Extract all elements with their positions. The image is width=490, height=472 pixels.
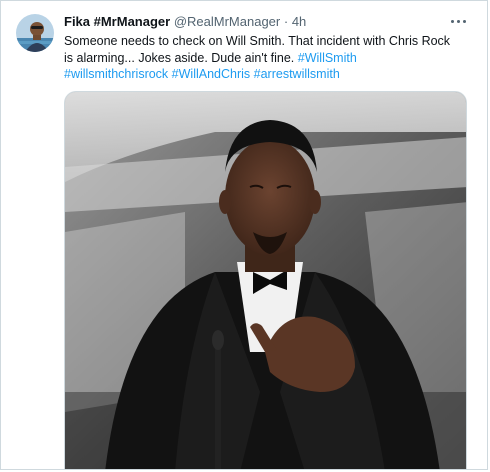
tweet-card[interactable]: Fika #MrManager @RealMrManager · 4h Some… xyxy=(0,0,488,470)
author-handle[interactable]: @RealMrManager xyxy=(174,14,280,29)
hashtag-willsmith[interactable]: #WillSmith xyxy=(298,51,357,65)
tweet-body: Someone needs to check on Will Smith. Th… xyxy=(64,34,451,65)
tweet-header: Fika #MrManager @RealMrManager · 4h xyxy=(64,13,447,30)
avatar[interactable] xyxy=(16,14,54,52)
photo-image xyxy=(65,92,466,469)
hashtag-arrestwillsmith[interactable]: #arrestwillsmith xyxy=(254,67,340,81)
hashtag-willsmithchrisrock[interactable]: #willsmithchrisrock xyxy=(64,67,168,81)
avatar-image xyxy=(16,14,54,52)
separator: · xyxy=(283,14,289,29)
author-name[interactable]: Fika #MrManager xyxy=(64,14,170,29)
hashtag-willandchris[interactable]: #WillAndChris xyxy=(172,67,251,81)
tweet-photo[interactable] xyxy=(64,91,467,469)
tweet-text: Someone needs to check on Will Smith. Th… xyxy=(64,33,459,83)
more-horizontal-icon[interactable] xyxy=(447,11,469,31)
timestamp[interactable]: 4h xyxy=(292,14,306,29)
